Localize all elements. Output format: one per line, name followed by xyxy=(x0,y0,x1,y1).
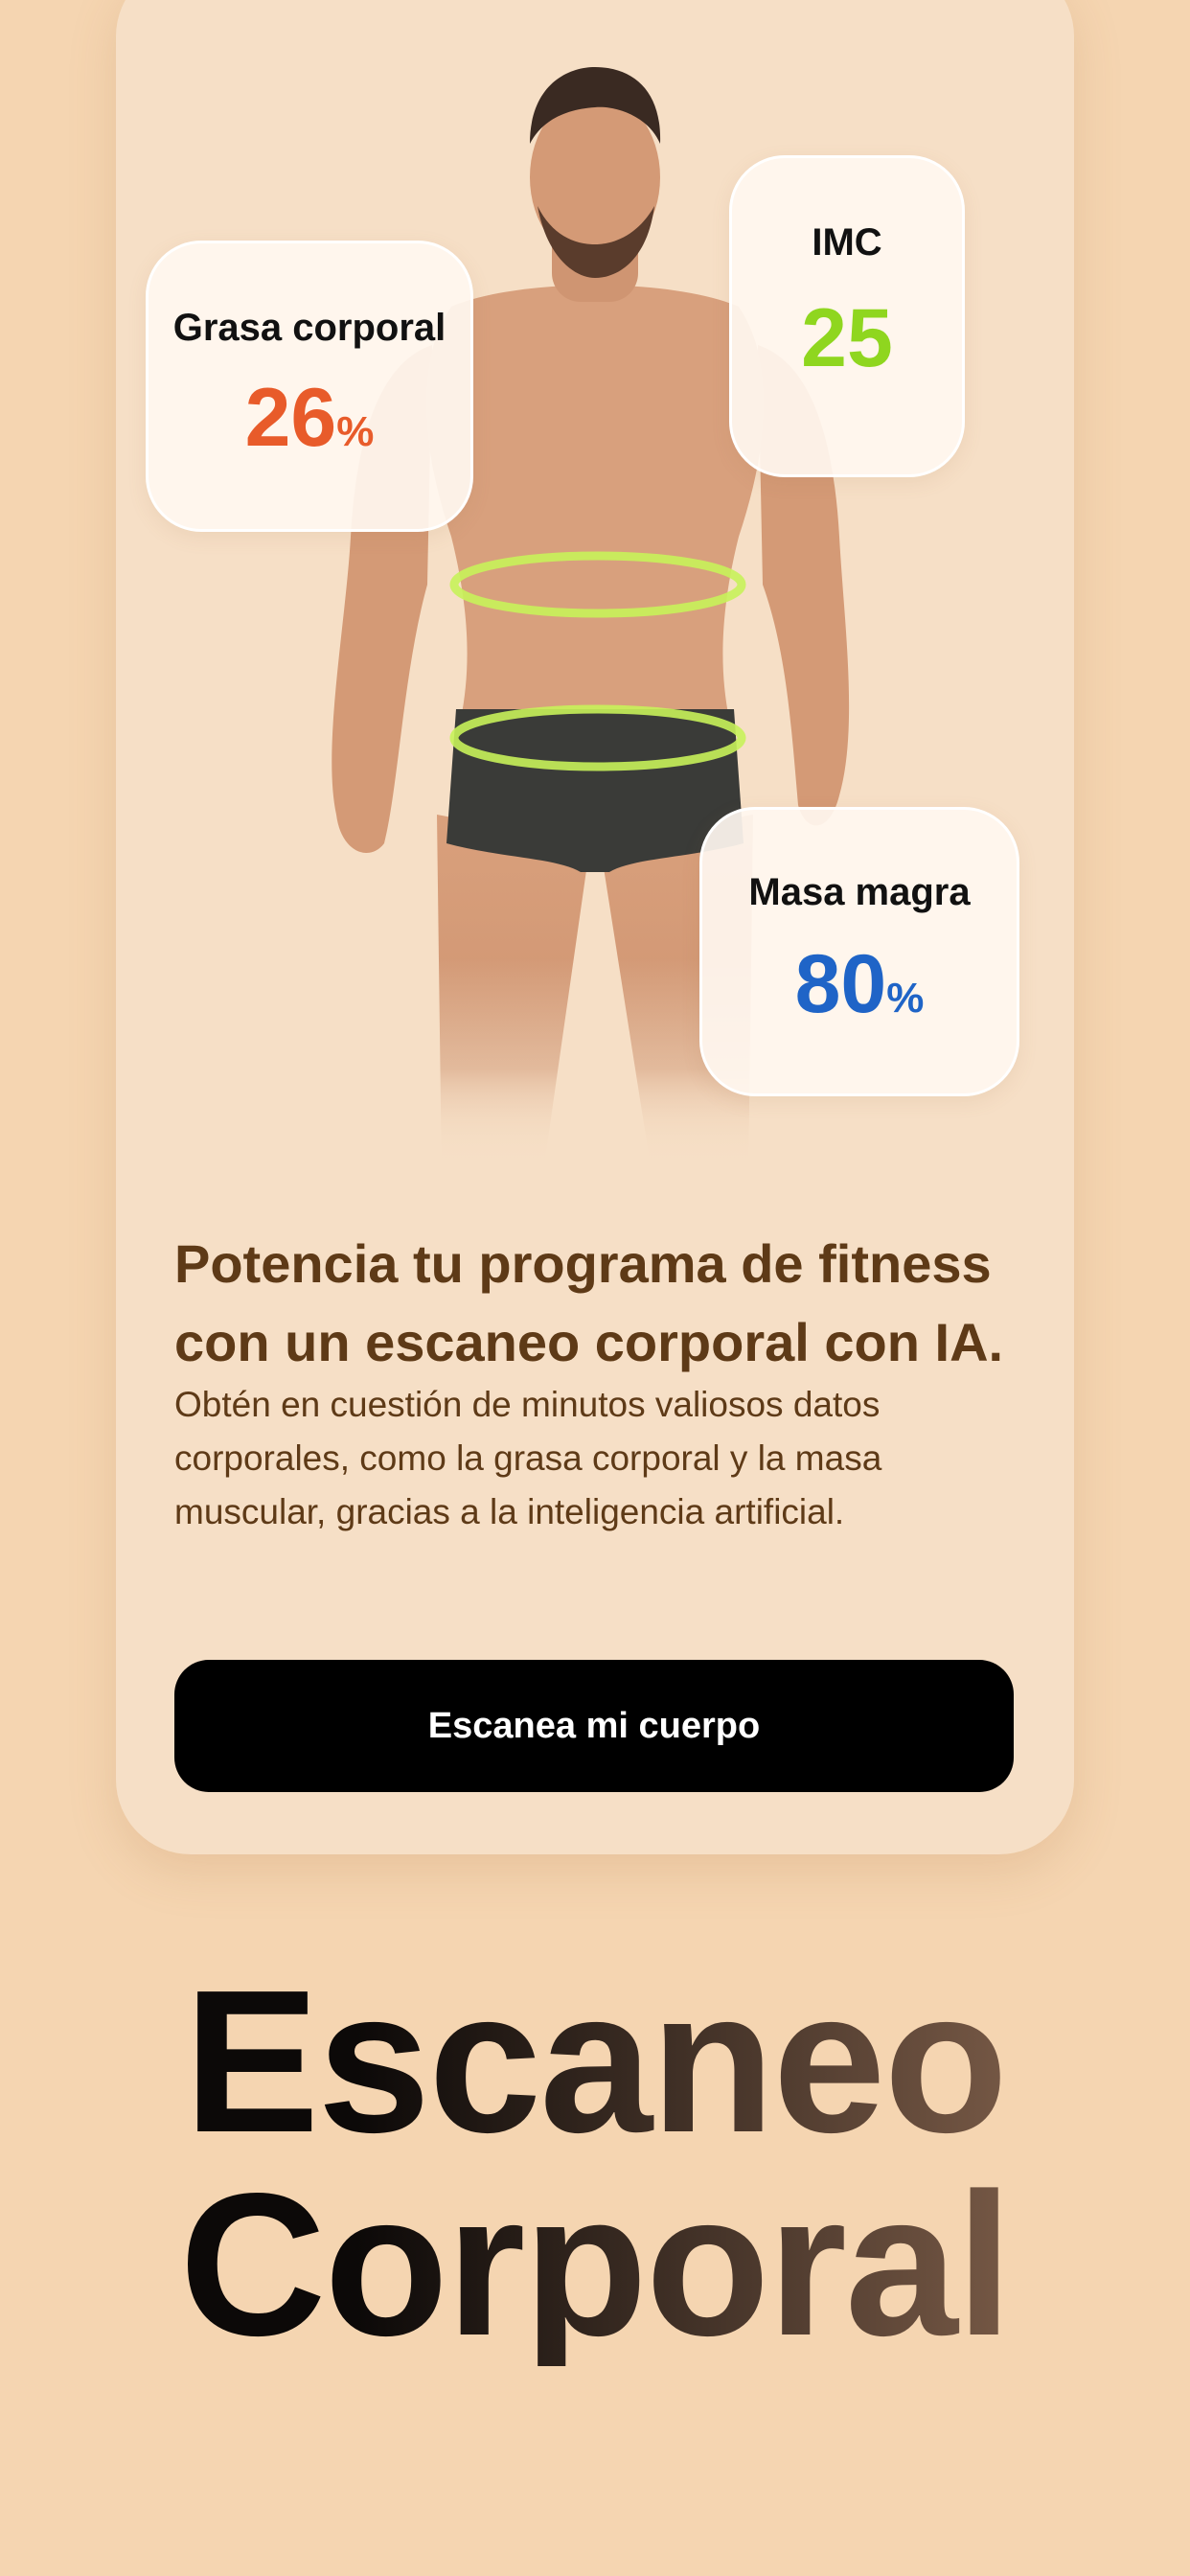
body-fat-value: 26% xyxy=(244,372,375,464)
lean-mass-label: Masa magra xyxy=(748,871,971,913)
scan-card: Grasa corporal 26% IMC 25 Masa magra 80%… xyxy=(116,0,1074,1854)
imc-value: 25 xyxy=(801,292,893,384)
lean-mass-unit: % xyxy=(886,975,925,1022)
card-description: Obtén en cuestión de minutos valiosos da… xyxy=(174,1385,882,1531)
body-fat-label: Grasa corporal xyxy=(172,307,446,349)
page-title-line-2: Corporal xyxy=(179,2150,1011,2378)
imc-label: IMC xyxy=(812,221,882,264)
card-headline: Potencia tu programa de fitness con un e… xyxy=(174,1233,1004,1372)
imc-stat-card: IMC 25 xyxy=(729,155,965,477)
lean-mass-value: 80% xyxy=(794,938,925,1030)
page-title-line-1: Escaneo xyxy=(183,1947,1006,2174)
page-title: Escaneo Corporal xyxy=(0,1960,1190,2366)
lean-mass-stat-card: Masa magra 80% xyxy=(699,807,1019,1096)
body-fat-unit: % xyxy=(336,408,375,455)
scan-my-body-button[interactable]: Escanea mi cuerpo xyxy=(174,1660,1014,1792)
body-fat-stat-card: Grasa corporal 26% xyxy=(146,241,473,532)
hero-illustration: Grasa corporal 26% IMC 25 Masa magra 80% xyxy=(116,0,1074,1179)
